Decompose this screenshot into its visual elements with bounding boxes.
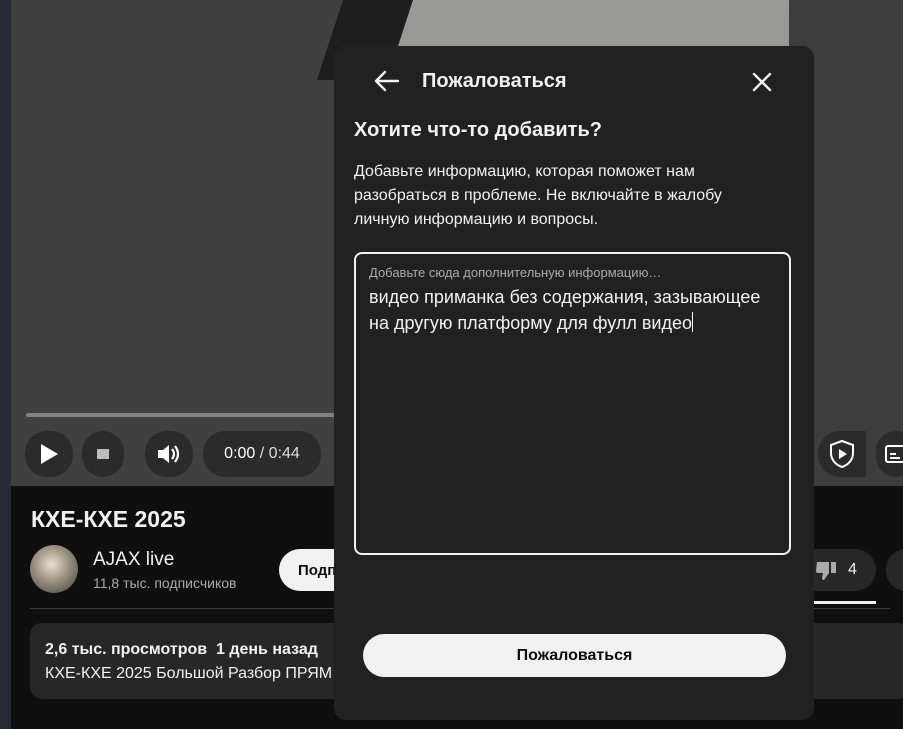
description-preview: КХЕ-КХЕ 2025 Большой Разбор ПРЯМ bbox=[45, 665, 333, 682]
text-caret bbox=[691, 312, 693, 332]
miniplayer-button[interactable] bbox=[82, 431, 124, 477]
back-button[interactable] bbox=[370, 64, 404, 98]
report-dialog: Пожаловаться Хотите что-то добавить? Доб… bbox=[334, 46, 814, 720]
video-title: КХЕ-КХЕ 2025 bbox=[31, 506, 186, 532]
volume-button[interactable] bbox=[145, 431, 193, 477]
avatar[interactable] bbox=[30, 545, 78, 593]
dialog-heading: Хотите что-то добавить? bbox=[354, 119, 602, 141]
progress-bar[interactable] bbox=[26, 413, 336, 417]
shield-button[interactable] bbox=[818, 431, 866, 477]
play-button[interactable] bbox=[25, 431, 73, 477]
page-left-edge bbox=[0, 0, 11, 729]
time-display: 0:00 / 0:44 bbox=[203, 431, 321, 477]
duration: 0:44 bbox=[268, 445, 300, 462]
publish-date: 1 день назад bbox=[215, 641, 318, 658]
volume-icon bbox=[158, 445, 180, 463]
dislike-count: 4 bbox=[848, 561, 857, 578]
close-icon bbox=[752, 72, 772, 92]
dialog-description: Добавьте информацию, которая поможет нам… bbox=[354, 163, 722, 228]
dialog-title: Пожаловаться bbox=[422, 70, 567, 92]
captions-button[interactable] bbox=[876, 431, 903, 477]
details-textarea[interactable]: Добавьте сюда дополнительную информацию…… bbox=[354, 252, 791, 555]
subscriber-count: 11,8 тыс. подписчиков bbox=[93, 575, 237, 591]
thumbs-down-icon bbox=[816, 562, 836, 580]
close-button[interactable] bbox=[744, 64, 780, 100]
textarea-label: Добавьте сюда дополнительную информацию… bbox=[369, 265, 662, 280]
textarea-value[interactable]: видео приманка без содержания, зазывающе… bbox=[369, 284, 784, 336]
channel-name[interactable]: AJAX live bbox=[93, 549, 174, 571]
video-meta: 2,6 тыс. просмотров 1 день назад bbox=[45, 641, 318, 659]
arrow-left-icon bbox=[374, 70, 400, 92]
shield-play-icon bbox=[830, 439, 854, 469]
share-button[interactable] bbox=[886, 549, 903, 591]
submit-report-button[interactable]: Пожаловаться bbox=[363, 634, 786, 677]
miniplayer-icon bbox=[97, 449, 109, 459]
captions-icon bbox=[885, 445, 903, 463]
view-count: 2,6 тыс. просмотров bbox=[45, 641, 208, 658]
play-icon bbox=[41, 444, 58, 464]
current-time: 0:00 bbox=[224, 445, 256, 462]
